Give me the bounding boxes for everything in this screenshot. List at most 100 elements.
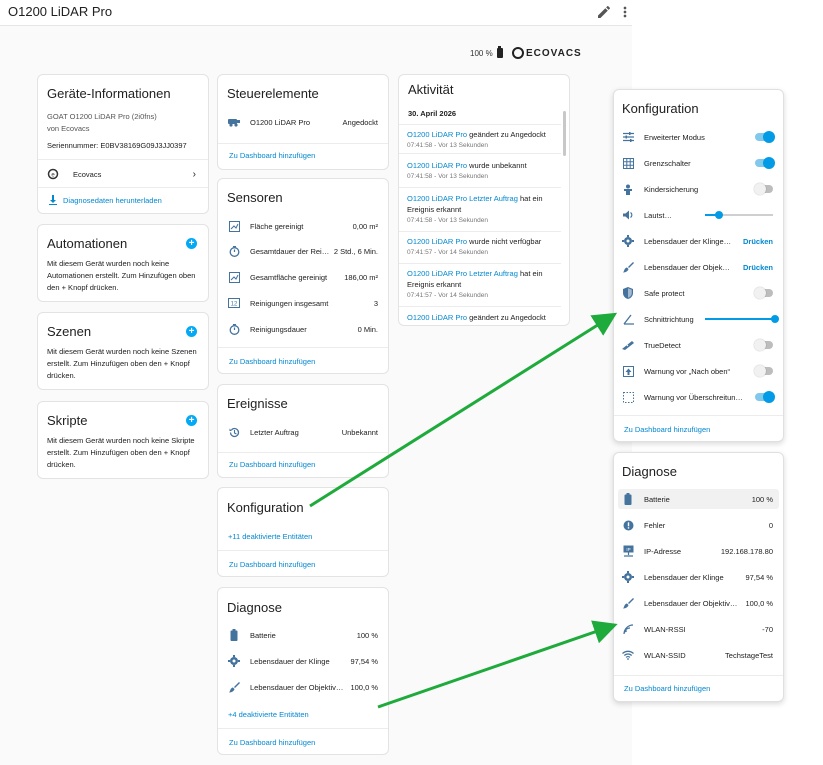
sensor-row[interactable]: Gesamtdauer der Rei… 2 Std., 6 Min. xyxy=(228,244,378,258)
reset-lens-button[interactable]: Drücken xyxy=(743,263,773,272)
brush-icon xyxy=(228,681,240,693)
config-panel-add-to-dashboard[interactable]: Zu Dashboard hinzufügen xyxy=(624,425,710,434)
add-automation-button[interactable]: + xyxy=(186,238,197,249)
battery-status: 100 % xyxy=(470,46,503,58)
diagnose-panel-row[interactable]: WLAN-SSID TechstageTest xyxy=(622,648,773,662)
config-row-advanced-mode[interactable]: Erweiterter Modus xyxy=(622,130,775,144)
activity-entity-link[interactable]: O1200 LiDAR Pro xyxy=(407,313,467,322)
page-title: O1200 LiDAR Pro xyxy=(8,4,113,19)
activity-entity-link[interactable]: O1200 LiDAR Pro xyxy=(407,130,467,139)
config-row-safe-protect[interactable]: Safe protect xyxy=(622,286,773,300)
config-row-volume[interactable]: Lautstärke xyxy=(622,208,773,222)
tune-icon xyxy=(622,131,634,143)
activity-entity-link[interactable]: O1200 LiDAR Pro Letzter Auftrag xyxy=(407,194,518,203)
activity-entity-link[interactable]: O1200 LiDAR Pro xyxy=(407,161,467,170)
config-row-warning-up[interactable]: Warnung vor „Nach oben“ xyxy=(622,364,773,378)
config-row-lens-lifespan[interactable]: Lebensdauer der Objek… Drücken xyxy=(622,260,773,274)
reset-blade-button[interactable]: Drücken xyxy=(743,237,773,246)
sensor-row[interactable]: Reinigungsdauer 0 Min. xyxy=(228,322,378,336)
events-add-to-dashboard[interactable]: Zu Dashboard hinzufügen xyxy=(229,460,315,469)
diagnose-row[interactable]: Batterie 100 % xyxy=(228,628,378,642)
brush-icon xyxy=(622,261,634,273)
toggle-switch[interactable] xyxy=(754,365,773,377)
controls-add-to-dashboard[interactable]: Zu Dashboard hinzufügen xyxy=(229,151,315,160)
download-diagnostics-label: Diagnosedaten herunterladen xyxy=(63,195,162,205)
cutting-direction-slider[interactable] xyxy=(705,313,779,325)
diagnose-panel-row[interactable]: Batterie 100 % xyxy=(622,492,773,506)
pencil-icon[interactable] xyxy=(596,4,612,20)
diagnose-label: Lebensdauer der Objektivb… xyxy=(644,598,742,608)
diagnose-label: Lebensdauer der Objektivb… xyxy=(250,682,348,692)
ecovacs-integration-icon: e xyxy=(47,168,59,180)
diagnose-panel-row[interactable]: Lebensdauer der Klinge 97,54 % xyxy=(622,570,773,584)
activity-item[interactable]: O1200 LiDAR Pro wurde unbekannt 07:41:58… xyxy=(407,160,559,182)
activity-item[interactable]: O1200 LiDAR Pro geändert zu Angedockt xyxy=(407,312,559,323)
activity-entity-link[interactable]: O1200 LiDAR Pro xyxy=(407,237,467,246)
slider-fill xyxy=(705,318,775,320)
config-row-child-lock[interactable]: Kindersicherung xyxy=(622,182,773,196)
sensor-value: 3 xyxy=(373,298,378,308)
control-row-mower[interactable]: O1200 LiDAR Pro Angedockt xyxy=(228,115,378,129)
automations-title: Automationen xyxy=(47,236,128,251)
sensor-label: Reinigungsdauer xyxy=(250,324,307,334)
baby-icon xyxy=(622,183,634,195)
activity-item[interactable]: O1200 LiDAR Pro Letzter Auftrag hat ein … xyxy=(407,268,559,301)
config-row-boundary-switch[interactable]: Grenzschalter xyxy=(622,156,775,170)
config-row-truedetect[interactable]: TrueDetect xyxy=(622,338,773,352)
activity-scrollbar[interactable] xyxy=(563,111,566,156)
sensors-add-to-dashboard[interactable]: Zu Dashboard hinzufügen xyxy=(229,357,315,366)
diagnose-panel-row[interactable]: IP IP-Adresse 192.168.178.80 xyxy=(622,544,773,558)
diagnose-row[interactable]: Lebensdauer der Objektivb… 100,0 % xyxy=(228,680,378,694)
event-value: Unbekannt xyxy=(341,427,378,437)
scenes-title: Szenen xyxy=(47,324,92,339)
toggle-switch[interactable] xyxy=(755,391,775,403)
slider-thumb[interactable] xyxy=(714,211,723,219)
add-script-button[interactable]: + xyxy=(186,415,197,426)
diagnose-row[interactable]: Lebensdauer der Klinge 97,54 % xyxy=(228,654,378,668)
diagnose-add-to-dashboard[interactable]: Zu Dashboard hinzufügen xyxy=(229,738,315,747)
integration-link[interactable]: e Ecovacs › xyxy=(47,167,196,181)
sensor-label: Gesamtfläche gereinigt xyxy=(250,272,328,282)
diagnose-panel-row[interactable]: WLAN-RSSI -70 xyxy=(622,622,773,636)
sensor-label: Reinigungen insgesamt xyxy=(250,298,329,308)
toggle-switch[interactable] xyxy=(755,157,775,169)
volume-slider[interactable] xyxy=(705,209,773,221)
download-diagnostics-button[interactable]: Diagnosedaten herunterladen xyxy=(47,193,198,207)
events-title: Ereignisse xyxy=(227,396,288,411)
event-row-last-job[interactable]: Letzter Auftrag Unbekannt xyxy=(228,425,378,439)
battery-icon xyxy=(622,493,634,505)
config-label: Grenzschalter xyxy=(644,158,691,168)
config-label: Warnung vor Überschreitun… xyxy=(644,392,743,402)
activity-text: wurde nicht verfügbar xyxy=(467,237,542,246)
activity-item[interactable]: O1200 LiDAR Pro wurde nicht verfügbar 07… xyxy=(407,236,559,258)
add-scene-button[interactable]: + xyxy=(186,326,197,337)
activity-item[interactable]: O1200 LiDAR Pro Letzter Auftrag hat ein … xyxy=(407,193,559,226)
toggle-switch[interactable] xyxy=(754,339,773,351)
diagnose-panel-row[interactable]: Fehler 0 xyxy=(622,518,773,532)
config-row-blade-lifespan[interactable]: Lebensdauer der Klinge… Drücken xyxy=(622,234,773,248)
diagnose-panel-add-to-dashboard[interactable]: Zu Dashboard hinzufügen xyxy=(624,684,710,693)
controls-card: Steuerelemente O1200 LiDAR Pro Angedockt… xyxy=(217,74,389,170)
config-disabled-entities-link[interactable]: +11 deaktivierte Entitäten xyxy=(228,532,312,541)
slider-thumb[interactable] xyxy=(771,315,779,323)
activity-time: 07:41:58 - Vor 13 Sekunden xyxy=(407,173,488,180)
config-row-cutting-direction[interactable]: Schnittrichtung xyxy=(622,312,779,326)
timer-icon xyxy=(228,323,240,335)
diagnose-disabled-entities-link[interactable]: +4 deaktivierte Entitäten xyxy=(228,710,309,719)
toggle-switch[interactable] xyxy=(755,131,775,143)
activity-text: geändert zu Angedockt xyxy=(467,313,546,322)
sensor-row[interactable]: 12 Reinigungen insgesamt 3 xyxy=(228,296,378,310)
sensor-value: 186,00 m² xyxy=(344,272,378,282)
sensor-row[interactable]: Gesamtfläche gereinigt 186,00 m² xyxy=(228,270,378,284)
toggle-switch[interactable] xyxy=(754,183,773,195)
sensor-row[interactable]: Fläche gereinigt 0,00 m² xyxy=(228,219,378,233)
more-vertical-icon[interactable] xyxy=(620,4,630,20)
activity-entity-link[interactable]: O1200 LiDAR Pro Letzter Auftrag xyxy=(407,269,518,278)
diagnose-panel-row[interactable]: Lebensdauer der Objektivb… 100,0 % xyxy=(622,596,773,610)
config-row-warning-exceed[interactable]: Warnung vor Überschreitun… xyxy=(622,390,775,404)
scenes-empty-text: Mit diesem Gerät wurden noch keine Szene… xyxy=(47,347,197,380)
toggle-switch[interactable] xyxy=(754,287,773,299)
config-add-to-dashboard[interactable]: Zu Dashboard hinzufügen xyxy=(229,560,315,569)
activity-item[interactable]: O1200 LiDAR Pro geändert zu Angedockt 07… xyxy=(407,129,559,151)
diagnose-panel-title: Diagnose xyxy=(622,464,677,479)
